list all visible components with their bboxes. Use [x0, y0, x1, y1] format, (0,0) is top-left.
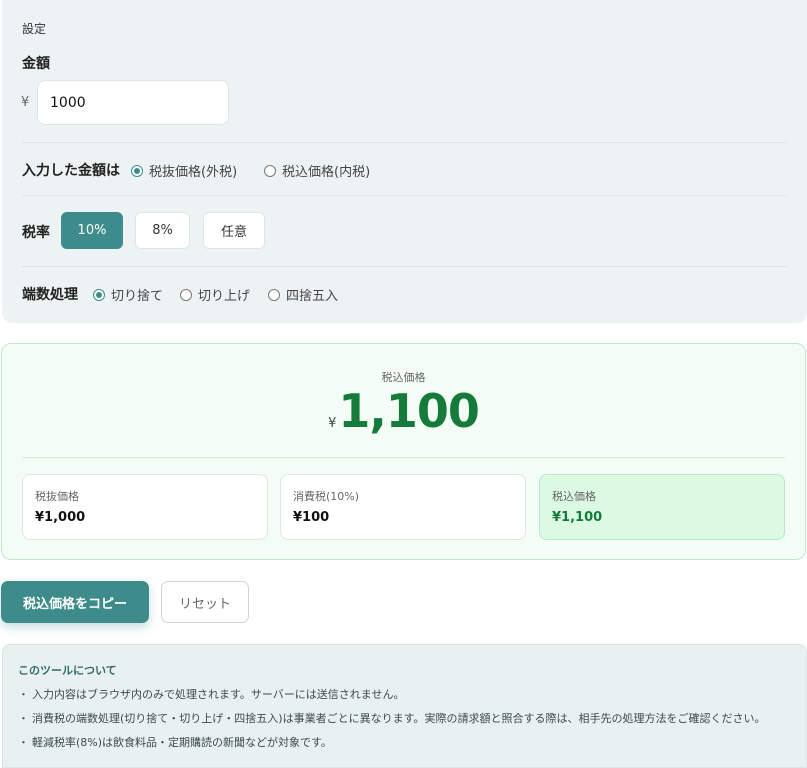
radio-round-up-label: 切り上げ [198, 289, 251, 304]
radio-unchecked-icon [264, 164, 276, 177]
card-price-including-tax: 税込価格 ¥1,100 [539, 474, 785, 540]
card-value: ¥1,100 [552, 510, 603, 525]
radio-checked-icon [131, 164, 143, 177]
card-value: ¥100 [293, 510, 330, 525]
result-panel: 税込価格 ¥ 1,100 税抜価格 ¥1,000 消費税(10%) ¥100 税… [1, 343, 806, 560]
copy-price-button[interactable]: 税込価格をコピー [1, 581, 149, 623]
reset-button[interactable]: リセット [161, 581, 249, 623]
about-item-text: 入力内容はブラウザ内のみで処理されます。サーバーには送信されません。 [32, 688, 405, 701]
divider [22, 266, 787, 267]
radio-tax-included[interactable]: 税込価格(内税) [264, 161, 370, 180]
radio-tax-excluded[interactable]: 税抜価格(外税) [131, 161, 237, 180]
result-currency: ¥ [328, 416, 337, 431]
radio-round-down[interactable]: 切り捨て [93, 285, 163, 304]
radio-round-half-label: 四捨五入 [286, 289, 339, 304]
amount-input[interactable] [37, 80, 229, 125]
tax-rate-10-button[interactable]: 10% [61, 212, 123, 249]
divider [22, 195, 787, 196]
result-total: ¥ 1,100 [2, 384, 805, 438]
settings-section-label: 設定 [22, 22, 47, 36]
about-item-text: 軽減税率(8%)は飲食料品・定期購読の新聞などが対象です。 [32, 736, 332, 749]
card-label: 税抜価格 [35, 490, 79, 503]
card-price-excluding-tax: 税抜価格 ¥1,000 [22, 474, 268, 540]
radio-tax-included-label: 税込価格(内税) [282, 165, 371, 180]
tax-rate-custom-button[interactable]: 任意 [203, 212, 265, 249]
tax-rate-label: 税率 [22, 225, 50, 241]
card-consumption-tax: 消費税(10%) ¥100 [280, 474, 526, 540]
card-label: 税込価格 [552, 490, 596, 503]
about-title: このツールについて [18, 664, 117, 677]
radio-round-half[interactable]: 四捨五入 [268, 285, 338, 304]
rounding-label: 端数処理 [22, 287, 78, 303]
radio-round-up[interactable]: 切り上げ [180, 285, 250, 304]
result-value: 1,100 [338, 384, 480, 438]
radio-tax-excluded-label: 税抜価格(外税) [149, 165, 238, 180]
bullet-icon: ・ [18, 688, 29, 701]
result-caption: 税込価格 [381, 371, 426, 384]
bullet-icon: ・ [18, 712, 29, 725]
about-item: ・消費税の端数処理(切り捨て・切り上げ・四捨五入)は事業者ごとに異なります。実際… [18, 710, 765, 726]
about-item-text: 消費税の端数処理(切り捨て・切り上げ・四捨五入)は事業者ごとに異なります。実際の… [32, 712, 766, 725]
radio-round-down-label: 切り捨て [111, 289, 164, 304]
input-mode-label: 入力した金額は [22, 163, 120, 179]
settings-panel: 設定 金額 ¥ 入力した金額は 税抜価格(外税) 税込価格(内税) 税率 10%… [2, 0, 807, 323]
bullet-icon: ・ [18, 736, 29, 749]
card-label: 消費税(10%) [293, 490, 360, 503]
tax-rate-8-button[interactable]: 8% [135, 212, 190, 249]
radio-checked-icon [93, 288, 105, 301]
divider [22, 142, 787, 143]
amount-label: 金額 [22, 56, 50, 72]
about-item: ・入力内容はブラウザ内のみで処理されます。サーバーには送信されません。 [18, 686, 404, 702]
currency-prefix: ¥ [21, 95, 30, 110]
about-panel: このツールについて ・入力内容はブラウザ内のみで処理されます。サーバーには送信さ… [2, 644, 807, 768]
card-value: ¥1,000 [35, 510, 86, 525]
divider [22, 457, 785, 458]
about-item: ・軽減税率(8%)は飲食料品・定期購読の新聞などが対象です。 [18, 734, 332, 750]
radio-unchecked-icon [180, 288, 192, 301]
radio-unchecked-icon [268, 288, 280, 301]
